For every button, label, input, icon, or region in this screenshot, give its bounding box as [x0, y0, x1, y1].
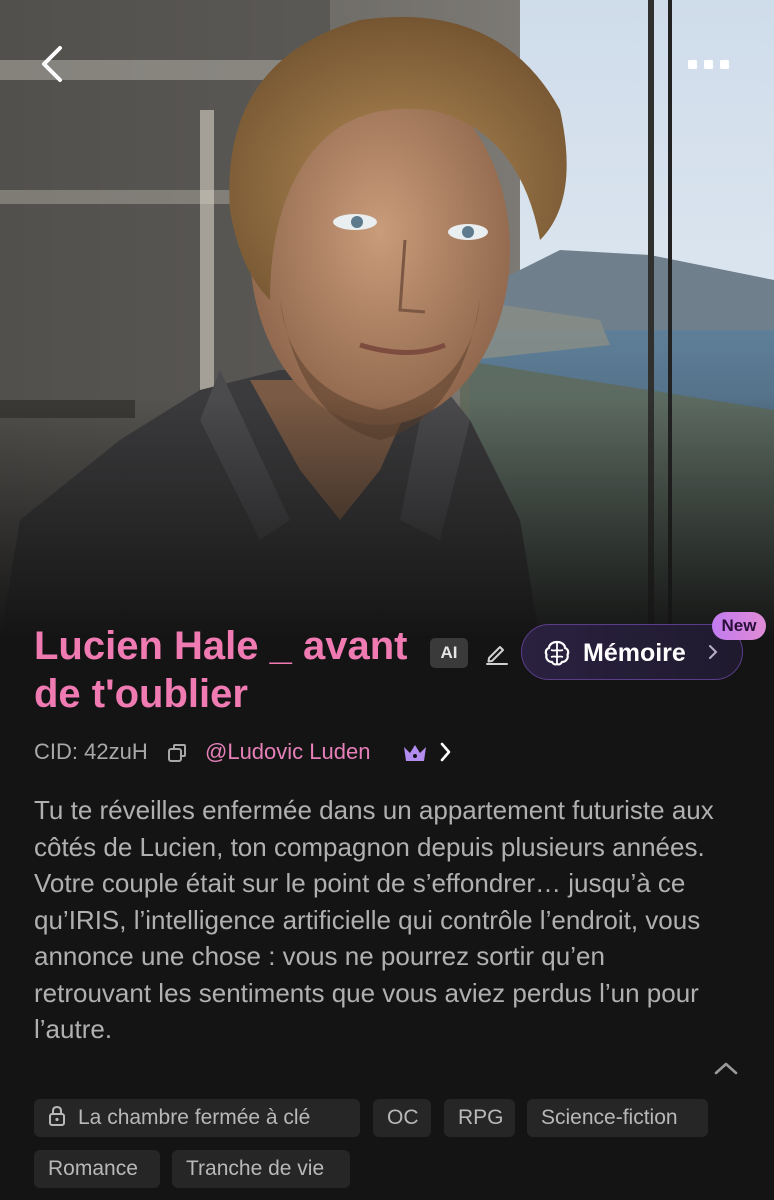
character-id: CID: 42zuH — [34, 739, 148, 764]
copy-icon — [168, 744, 186, 762]
memory-label: Mémoire — [583, 639, 686, 667]
collapse-description-button[interactable] — [712, 1056, 740, 1085]
tag-item[interactable]: La chambre fermée à clé — [34, 1099, 360, 1137]
tag-label: La chambre fermée à clé — [78, 1106, 311, 1129]
pencil-icon — [486, 646, 508, 665]
ai-badge: AI — [430, 638, 468, 668]
author-link[interactable]: @Ludovic Luden — [205, 739, 370, 765]
author-profile-button[interactable] — [439, 741, 453, 768]
more-options-button[interactable] — [684, 52, 734, 76]
character-cover-image — [0, 0, 774, 640]
chevron-left-icon — [42, 46, 62, 82]
chevron-up-icon — [714, 1062, 738, 1075]
tag-item[interactable]: Tranche de vie — [172, 1150, 350, 1188]
character-name: Lucien Hale _ avant de t'oublier — [34, 624, 408, 716]
tag-item[interactable]: Romance — [34, 1150, 160, 1188]
more-dots-icon — [688, 60, 729, 69]
crown-icon — [402, 742, 428, 769]
copy-id-button[interactable] — [166, 742, 188, 769]
lock-icon — [49, 1105, 65, 1126]
tag-item[interactable]: Science-fiction — [527, 1099, 708, 1137]
tag-item[interactable]: RPG — [444, 1099, 515, 1137]
new-badge: New — [712, 612, 766, 640]
memory-button[interactable]: Mémoire — [521, 624, 743, 680]
chevron-right-icon — [440, 742, 451, 762]
tag-item[interactable]: OC — [373, 1099, 431, 1137]
back-button[interactable] — [34, 40, 74, 86]
chevron-right-icon — [709, 645, 718, 659]
cover-illustration — [0, 0, 774, 640]
edit-button[interactable] — [484, 640, 510, 666]
character-description: Tu te réveilles enfermée dans un apparte… — [34, 795, 714, 1044]
brain-icon — [544, 640, 570, 666]
